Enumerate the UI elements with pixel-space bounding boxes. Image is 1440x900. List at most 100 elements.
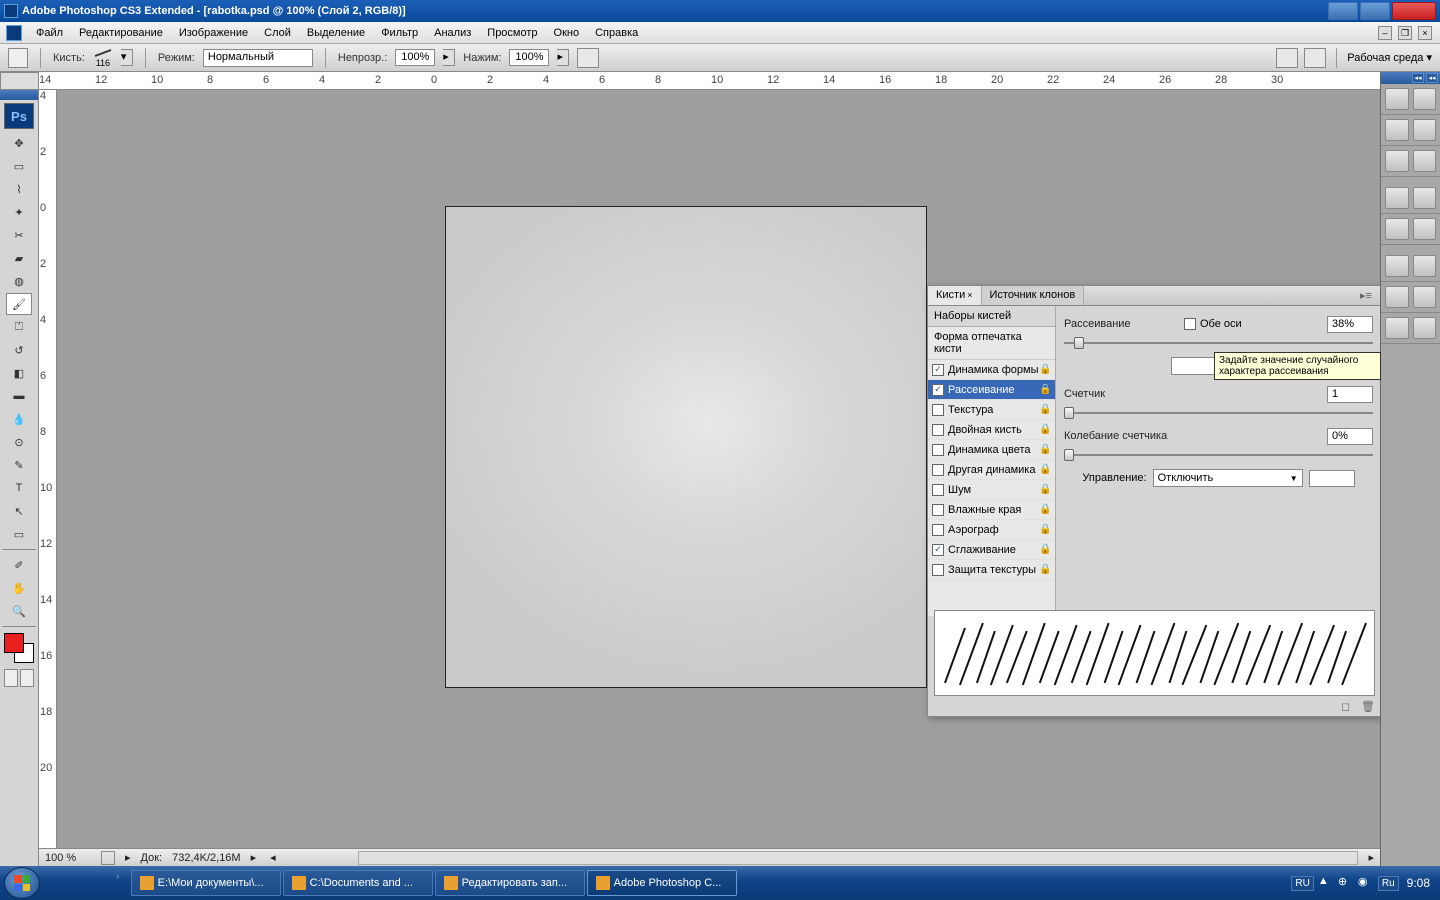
ruler-origin[interactable] <box>0 72 39 90</box>
brush-option-5[interactable]: Другая динамика🔒 <box>928 460 1055 480</box>
lock-icon[interactable]: 🔒 <box>1039 444 1051 455</box>
tab-clone-source[interactable]: Источник клонов <box>982 286 1085 305</box>
checkbox[interactable] <box>932 544 944 556</box>
menu-layer[interactable]: Слой <box>256 24 299 42</box>
lock-icon[interactable]: 🔒 <box>1039 464 1051 475</box>
swatches-icon[interactable] <box>1413 119 1437 141</box>
scatter-slider[interactable] <box>1064 336 1373 350</box>
blur-tool[interactable]: 💧 <box>6 408 32 430</box>
airbrush-icon[interactable] <box>577 48 599 68</box>
ql-icon-2[interactable] <box>70 871 90 895</box>
scatter-value[interactable]: 38% <box>1327 316 1373 333</box>
ruler-horizontal[interactable]: 1412108642024681012141618202224262830 <box>39 72 1380 90</box>
brush-tip-shape[interactable]: Форма отпечатка кисти <box>928 327 1055 360</box>
lang-indicator-2[interactable]: Ru <box>1378 876 1399 891</box>
marquee-tool[interactable]: ▭ <box>6 155 32 177</box>
start-button[interactable] <box>4 867 40 899</box>
eyedropper-tool[interactable]: ✐ <box>6 554 32 576</box>
lock-icon[interactable]: 🔒 <box>1039 544 1051 555</box>
ql-icon-3[interactable] <box>92 871 112 895</box>
paragraph-icon[interactable] <box>1413 286 1437 308</box>
tray-icon-1[interactable]: ▲ <box>1318 875 1334 891</box>
menu-image[interactable]: Изображение <box>171 24 256 42</box>
checkbox[interactable] <box>932 464 944 476</box>
checkbox[interactable] <box>932 384 944 396</box>
checkbox[interactable] <box>932 504 944 516</box>
brush-picker-arrow[interactable]: ▾ <box>121 49 133 66</box>
count-jitter-value[interactable]: 0% <box>1327 428 1373 445</box>
workspace-label[interactable]: Рабочая среда ▾ <box>1347 51 1432 64</box>
history-brush-tool[interactable]: ↺ <box>6 339 32 361</box>
both-axes-checkbox[interactable] <box>1184 318 1196 330</box>
color-icon[interactable] <box>1385 119 1409 141</box>
styles-icon[interactable] <box>1385 150 1409 172</box>
lang-indicator-1[interactable]: RU <box>1291 876 1313 891</box>
histogram-icon[interactable] <box>1413 88 1437 110</box>
count-value[interactable]: 1 <box>1327 386 1373 403</box>
tray-icon-2[interactable]: ⊕ <box>1338 875 1354 891</box>
taskbar-item-1[interactable]: C:\Documents and ... <box>283 870 433 896</box>
toolbox-grip[interactable] <box>0 90 38 100</box>
move-tool[interactable]: ✥ <box>6 132 32 154</box>
clone-dock-icon[interactable] <box>1413 255 1437 277</box>
menu-select[interactable]: Выделение <box>299 24 373 42</box>
tab-brushes[interactable]: Кисти× <box>928 286 982 305</box>
checkbox[interactable] <box>932 564 944 576</box>
checkbox[interactable] <box>932 364 944 376</box>
blend-mode-select[interactable]: Нормальный <box>203 49 313 67</box>
brush-option-1[interactable]: Рассеивание🔒 <box>928 380 1055 400</box>
new-preset-icon[interactable]: ◻ <box>1341 700 1355 714</box>
menu-file[interactable]: Файл <box>28 24 71 42</box>
actions-icon[interactable] <box>1413 218 1437 240</box>
paths-icon[interactable] <box>1385 218 1409 240</box>
navigator-icon[interactable] <box>1385 88 1409 110</box>
control-value-field[interactable] <box>1309 470 1355 487</box>
palettes-icon[interactable] <box>1304 48 1326 68</box>
wand-tool[interactable]: ✦ <box>6 201 32 223</box>
checkbox[interactable] <box>932 484 944 496</box>
lock-icon[interactable]: 🔒 <box>1039 484 1051 495</box>
pen-tool[interactable]: ✎ <box>6 454 32 476</box>
flow-field[interactable]: 100% <box>509 49 549 66</box>
lock-icon[interactable]: 🔒 <box>1039 364 1051 375</box>
tray-icon-3[interactable]: ◉ <box>1358 875 1374 891</box>
document-image[interactable] <box>445 206 927 688</box>
menu-window[interactable]: Окно <box>546 24 588 42</box>
toolpresets-icon[interactable] <box>1385 317 1409 339</box>
gradient-tool[interactable]: ▬ <box>6 385 32 407</box>
checkbox[interactable] <box>932 444 944 456</box>
brush-option-2[interactable]: Текстура🔒 <box>928 400 1055 420</box>
canvas-area[interactable]: Кисти× Источник клонов ▸≡ Наборы кистей … <box>57 90 1380 848</box>
checkbox[interactable] <box>932 524 944 536</box>
clock[interactable]: 9:08 <box>1407 876 1430 890</box>
ruler-vertical[interactable]: 4202468101214161820 <box>39 90 57 848</box>
dodge-tool[interactable]: ⊙ <box>6 431 32 453</box>
doc-restore-button[interactable]: ❐ <box>1398 26 1412 40</box>
stamp-tool[interactable]: ⏍ <box>6 316 32 338</box>
dock-header[interactable]: ◂◂◂◂ <box>1381 72 1440 84</box>
menu-analysis[interactable]: Анализ <box>426 24 479 42</box>
brushes-dock-icon[interactable] <box>1385 255 1409 277</box>
brush-presets-header[interactable]: Наборы кистей <box>928 306 1055 327</box>
layercomps-icon[interactable] <box>1413 317 1437 339</box>
taskbar-item-3[interactable]: Adobe Photoshop C... <box>587 870 737 896</box>
brush-option-0[interactable]: Динамика формы🔒 <box>928 360 1055 380</box>
type-tool[interactable]: T <box>6 477 32 499</box>
channels-icon[interactable] <box>1413 187 1437 209</box>
brush-option-9[interactable]: Сглаживание🔒 <box>928 540 1055 560</box>
ql-icon-1[interactable] <box>48 871 68 895</box>
zoom-level[interactable]: 100 % <box>45 852 91 864</box>
menu-filter[interactable]: Фильтр <box>373 24 426 42</box>
flow-arrow[interactable]: ▸ <box>557 49 569 66</box>
status-icon[interactable] <box>101 851 115 865</box>
doc-minimize-button[interactable]: – <box>1378 26 1392 40</box>
lock-icon[interactable]: 🔒 <box>1039 404 1051 415</box>
zoom-tool[interactable]: 🔍 <box>6 600 32 622</box>
taskbar-item-2[interactable]: Редактировать зап... <box>435 870 585 896</box>
path-tool[interactable]: ↖ <box>6 500 32 522</box>
control-select[interactable]: Отключить▼ <box>1153 469 1303 487</box>
brush-option-6[interactable]: Шум🔒 <box>928 480 1055 500</box>
lock-icon[interactable]: 🔒 <box>1039 504 1051 515</box>
brush-option-8[interactable]: Аэрограф🔒 <box>928 520 1055 540</box>
brush-option-4[interactable]: Динамика цвета🔒 <box>928 440 1055 460</box>
